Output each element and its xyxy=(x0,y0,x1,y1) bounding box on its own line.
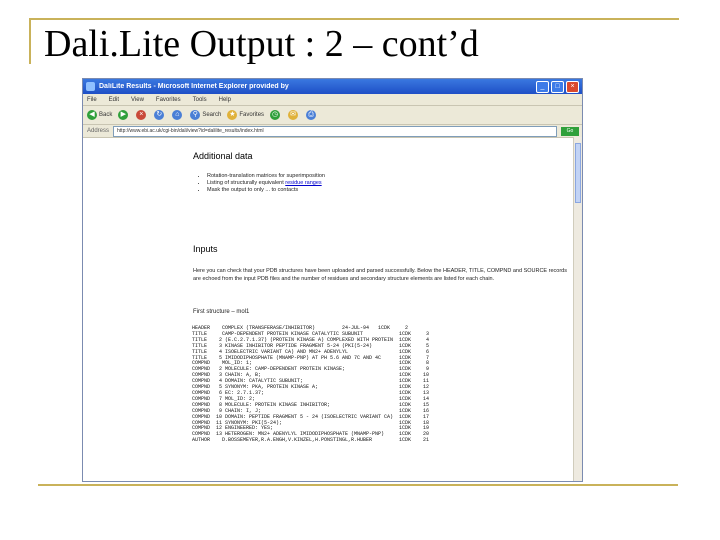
menu-tools[interactable]: Tools xyxy=(193,97,207,103)
mail-icon: ✉ xyxy=(288,110,299,120)
pdb-line: AUTHOR D.BOSSEMEYER,R.A.ENGH,V.KINZEL,H.… xyxy=(192,437,430,444)
list-item: Rotation-translation matrices for superi… xyxy=(207,173,325,180)
title-accent-vertical-line xyxy=(29,18,31,64)
inputs-description: Here you can check that your PDB structu… xyxy=(193,268,567,282)
pdb-records: HEADER COMPLEX (TRANSFERASE/INHIBITOR) 2… xyxy=(192,325,430,444)
search-button[interactable]: ⚲ Search xyxy=(190,110,221,120)
inputs-heading: Inputs xyxy=(193,244,218,254)
go-button[interactable]: Go xyxy=(561,126,579,136)
mail-button[interactable]: ✉ xyxy=(288,110,300,120)
maximize-button[interactable]: □ xyxy=(551,80,564,93)
window-title: DaliLite Results - Microsoft Internet Ex… xyxy=(99,83,289,90)
scrollbar-thumb[interactable] xyxy=(575,143,581,203)
menu-file[interactable]: File xyxy=(87,97,97,103)
additional-data-list: Rotation-translation matrices for superi… xyxy=(199,173,325,194)
menu-edit[interactable]: Edit xyxy=(109,97,119,103)
address-bar: Address http://www.ebi.ac.uk/cgi-bin/dal… xyxy=(83,125,582,138)
vertical-scrollbar[interactable] xyxy=(573,137,582,481)
page-content: Additional data Rotation-translation mat… xyxy=(83,139,573,481)
address-input[interactable]: http://www.ebi.ac.uk/cgi-bin/dali/view?i… xyxy=(113,125,557,137)
additional-data-heading: Additional data xyxy=(193,151,253,161)
forward-button[interactable]: ▶ xyxy=(118,110,130,120)
history-button[interactable]: ◷ xyxy=(270,110,282,120)
ie-icon xyxy=(86,82,95,91)
slide-bottom-line xyxy=(38,484,678,486)
home-icon: ⌂ xyxy=(172,110,183,120)
residue-ranges-link[interactable]: residue ranges xyxy=(285,180,321,186)
minimize-button[interactable]: _ xyxy=(536,80,549,93)
browser-toolbar: ◀ Back ▶ × ↻ ⌂ ⚲ Search ★ Favorites ◷ ✉ ⎙ xyxy=(83,106,582,125)
star-icon: ★ xyxy=(227,110,238,120)
home-button[interactable]: ⌂ xyxy=(172,110,184,120)
slide-title: Dali.Lite Output : 2 – cont’d xyxy=(44,23,479,65)
print-icon: ⎙ xyxy=(306,110,317,120)
first-structure-label: First structure – mol1 xyxy=(193,309,250,315)
window-titlebar: DaliLite Results - Microsoft Internet Ex… xyxy=(83,79,582,94)
browser-window: DaliLite Results - Microsoft Internet Ex… xyxy=(82,78,583,482)
search-icon: ⚲ xyxy=(190,110,201,120)
favorites-button[interactable]: ★ Favorites xyxy=(227,110,264,120)
list-item: Mask the output to only ... to contacts xyxy=(207,187,325,194)
back-arrow-icon: ◀ xyxy=(87,110,97,120)
menu-view[interactable]: View xyxy=(131,97,144,103)
forward-arrow-icon: ▶ xyxy=(118,110,129,120)
menu-bar: File Edit View Favorites Tools Help xyxy=(83,94,582,106)
refresh-icon: ↻ xyxy=(154,110,165,120)
menu-favorites[interactable]: Favorites xyxy=(156,97,181,103)
back-button[interactable]: ◀ Back xyxy=(87,110,112,120)
stop-button[interactable]: × xyxy=(136,110,148,120)
list-item: Listing of structurally equivalent resid… xyxy=(207,180,325,187)
refresh-button[interactable]: ↻ xyxy=(154,110,166,120)
title-accent-top-line xyxy=(29,18,679,20)
print-button[interactable]: ⎙ xyxy=(306,110,318,120)
history-icon: ◷ xyxy=(270,110,281,120)
stop-icon: × xyxy=(136,110,147,120)
address-label: Address xyxy=(87,128,110,134)
close-button[interactable]: × xyxy=(566,80,579,93)
menu-help[interactable]: Help xyxy=(219,97,231,103)
